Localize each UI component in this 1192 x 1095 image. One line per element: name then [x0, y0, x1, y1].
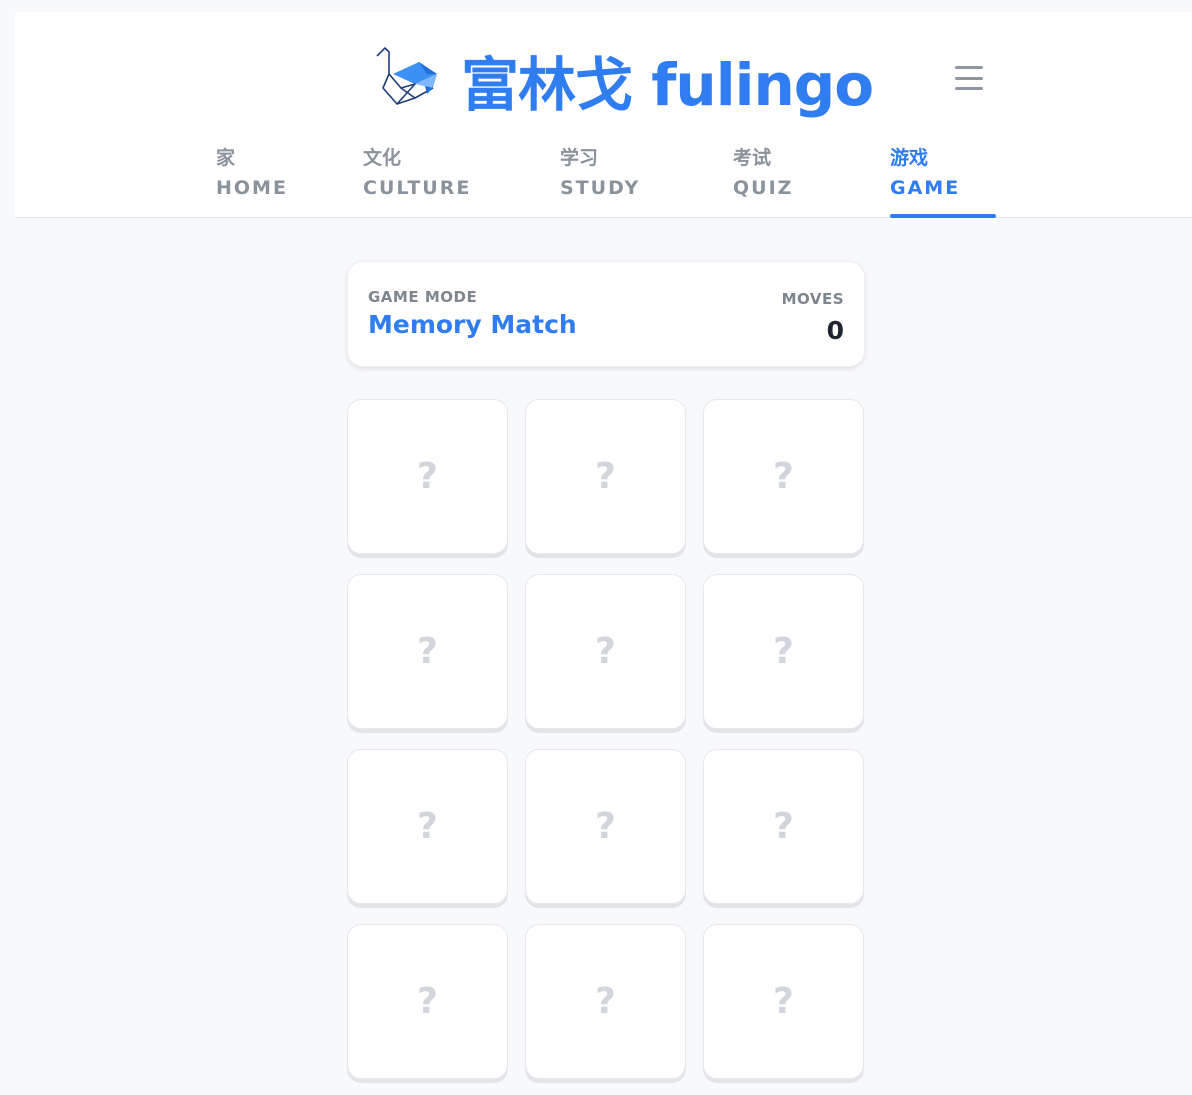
card-face: ?	[773, 456, 794, 497]
memory-card[interactable]: ?	[525, 749, 686, 904]
nav-label-en: HOME	[216, 177, 288, 199]
nav-label-en: STUDY	[560, 177, 641, 199]
memory-card[interactable]: ?	[703, 399, 864, 554]
menu-bar	[955, 87, 983, 90]
brand-logo-link[interactable]: 富林戈 fulingo	[375, 40, 874, 120]
card-face: ?	[417, 981, 438, 1022]
nav-item-quiz[interactable]: 考试 QUIZ	[733, 142, 793, 218]
memory-card[interactable]: ?	[703, 924, 864, 1079]
card-face: ?	[595, 806, 616, 847]
memory-card-grid: ? ? ? ? ? ? ? ? ? ? ? ?	[347, 399, 865, 1079]
moves-counter: 0	[826, 316, 844, 345]
nav-label-en: GAME	[890, 177, 961, 199]
game-mode-value: Memory Match	[368, 310, 577, 339]
menu-bar	[955, 76, 983, 80]
hamburger-menu-icon[interactable]	[953, 64, 985, 92]
card-face: ?	[773, 806, 794, 847]
card-face: ?	[595, 456, 616, 497]
nav-label-zh: 学习	[560, 147, 599, 169]
origami-crane-icon	[376, 47, 437, 105]
nav-label-zh: 家	[216, 147, 236, 169]
game-mode-label: GAME MODE	[368, 288, 478, 306]
nav-item-culture[interactable]: 文化 CULTURE	[363, 142, 471, 218]
memory-card[interactable]: ?	[347, 574, 508, 729]
card-face: ?	[773, 631, 794, 672]
nav-item-home[interactable]: 家 HOME	[216, 142, 288, 218]
brand-title: 富林戈 fulingo	[461, 51, 874, 119]
menu-bar	[955, 66, 983, 69]
card-face: ?	[595, 981, 616, 1022]
card-face: ?	[773, 981, 794, 1022]
memory-card[interactable]: ?	[347, 399, 508, 554]
game-status-card: GAME MODE Memory Match MOVES 0	[347, 261, 865, 367]
memory-card[interactable]: ?	[703, 574, 864, 729]
card-face: ?	[595, 631, 616, 672]
memory-card[interactable]: ?	[347, 924, 508, 1079]
nav-item-game[interactable]: 游戏 GAME	[890, 142, 996, 218]
nav-label-en: CULTURE	[363, 177, 472, 199]
nav-label-zh: 游戏	[890, 147, 929, 169]
memory-card[interactable]: ?	[347, 749, 508, 904]
nav-item-study[interactable]: 学习 STUDY	[560, 142, 640, 218]
nav-label-zh: 文化	[363, 147, 402, 169]
card-face: ?	[417, 631, 438, 672]
memory-card[interactable]: ?	[703, 749, 864, 904]
card-face: ?	[417, 456, 438, 497]
moves-label: MOVES	[781, 290, 844, 308]
memory-card[interactable]: ?	[525, 399, 686, 554]
active-tab-indicator	[890, 214, 996, 218]
memory-card[interactable]: ?	[525, 924, 686, 1079]
site-header: 富林戈 fulingo 家 HOME 文化 CULTURE 学习 STUDY 考…	[15, 12, 1192, 218]
nav-label-zh: 考试	[733, 147, 772, 169]
main-nav: 家 HOME 文化 CULTURE 学习 STUDY 考试 QUIZ 游戏 GA…	[15, 142, 1192, 218]
card-face: ?	[417, 806, 438, 847]
nav-label-en: QUIZ	[733, 177, 794, 199]
memory-card[interactable]: ?	[525, 574, 686, 729]
